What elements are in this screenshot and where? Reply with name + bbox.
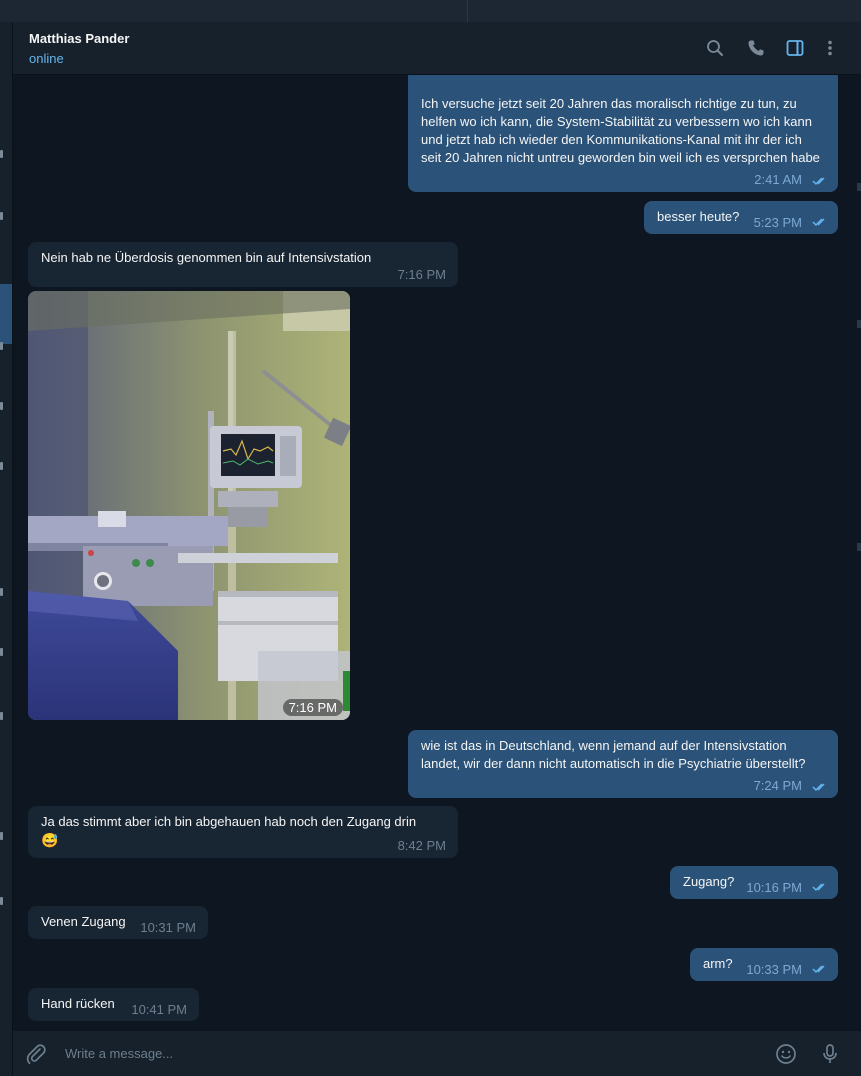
message-input[interactable]: Write a message...: [65, 1046, 173, 1061]
message-text: Nein hab ne Überdosis genommen bin auf I…: [41, 250, 372, 265]
message-bubble-outgoing[interactable]: Ich versuche jetzt seit 20 Jahren das mo…: [408, 75, 838, 192]
message-bubble-incoming[interactable]: Ja das stimmt aber ich bin abgehauen hab…: [28, 806, 458, 858]
message-time: 7:16 PM: [397, 267, 446, 282]
read-ticks-icon: [812, 218, 825, 227]
chat-list-fragment: [0, 150, 3, 158]
message-text: Ja das stimmt aber ich bin abgehauen hab…: [41, 814, 417, 829]
message-bubble-incoming[interactable]: Hand rücken 10:41 PM: [28, 988, 199, 1021]
window-top-strip: [0, 0, 861, 22]
chat-list-fragment: [0, 212, 3, 220]
scrollbar-thumb[interactable]: [857, 183, 861, 191]
message-time: 10:33 PM: [746, 962, 802, 977]
message-bubble-incoming[interactable]: Nein hab ne Überdosis genommen bin auf I…: [28, 242, 458, 287]
more-vertical-icon[interactable]: [819, 37, 841, 59]
message-bubble-outgoing[interactable]: wie ist das in Deutschland, wenn jemand …: [408, 730, 838, 798]
emoji-icon[interactable]: [774, 1042, 798, 1066]
message-text: Hand rücken: [41, 996, 115, 1011]
message-time: 10:16 PM: [746, 880, 802, 895]
read-ticks-icon: [812, 177, 825, 186]
chat-list-fragment: [0, 832, 3, 840]
message-text: Ich versuche jetzt seit 20 Jahren das mo…: [421, 96, 820, 165]
chat-list-fragment: [0, 588, 3, 596]
photo-time: 7:16 PM: [282, 699, 343, 716]
message-time: 5:23 PM: [753, 215, 802, 230]
message-photo[interactable]: 7:16 PM: [28, 291, 350, 720]
smile-sweat-emoji: 😅: [41, 832, 59, 848]
message-text: Venen Zugang: [41, 914, 126, 929]
message-time: 7:24 PM: [753, 778, 802, 793]
icu-room-photo: [28, 291, 350, 720]
message-text: wie ist das in Deutschland, wenn jemand …: [421, 738, 806, 771]
sidebar-toggle-icon[interactable]: [784, 37, 806, 59]
search-icon[interactable]: [704, 37, 726, 59]
message-text: besser heute?: [657, 209, 740, 224]
chat-list-edge[interactable]: [0, 22, 13, 1076]
message-text: arm?: [703, 956, 733, 971]
message-bubble-incoming[interactable]: Venen Zugang 10:31 PM: [28, 906, 208, 939]
message-time: 2:41 AM: [754, 172, 802, 187]
contact-status: online: [29, 51, 64, 66]
scrollbar-thumb[interactable]: [857, 320, 861, 328]
message-text: Zugang?: [683, 874, 735, 889]
scrollbar-thumb[interactable]: [857, 543, 861, 551]
read-ticks-icon: [812, 883, 825, 892]
message-bubble-outgoing[interactable]: Zugang? 10:16 PM: [670, 866, 838, 899]
chat-list-fragment: [0, 462, 3, 470]
message-list[interactable]: Ich versuche jetzt seit 20 Jahren das mo…: [13, 75, 861, 1031]
read-ticks-icon: [812, 783, 825, 792]
message-bubble-outgoing[interactable]: besser heute? 5:23 PM: [644, 201, 838, 234]
chat-list-fragment: [0, 712, 3, 720]
window-top-segment: [0, 0, 468, 22]
message-composer: Write a message...: [13, 1031, 861, 1076]
chat-header: Matthias Pander online: [13, 22, 861, 75]
active-chat-indicator: [0, 284, 12, 344]
message-time: 8:42 PM: [397, 838, 446, 853]
chat-list-fragment: [0, 402, 3, 410]
message-time: 10:31 PM: [140, 920, 196, 935]
message-bubble-outgoing[interactable]: arm? 10:33 PM: [690, 948, 838, 981]
contact-name[interactable]: Matthias Pander: [29, 31, 129, 46]
microphone-icon[interactable]: [818, 1042, 842, 1066]
phone-icon[interactable]: [745, 37, 767, 59]
message-time: 10:41 PM: [131, 1002, 187, 1017]
attach-icon[interactable]: [24, 1042, 48, 1066]
read-ticks-icon: [812, 965, 825, 974]
chat-list-fragment: [0, 342, 3, 350]
chat-list-fragment: [0, 648, 3, 656]
chat-list-fragment: [0, 897, 3, 905]
